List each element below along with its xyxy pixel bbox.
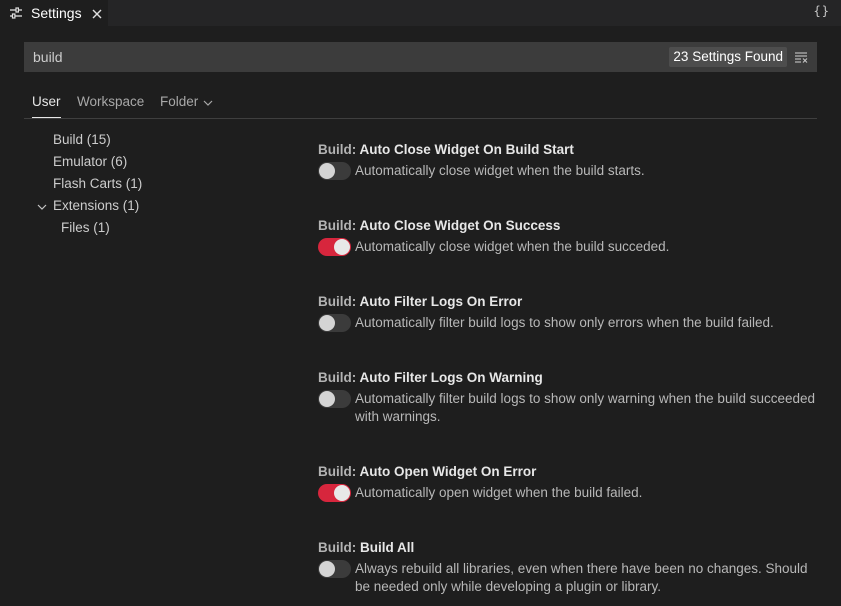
setting-description: Always rebuild all libraries, even when … [355, 561, 808, 594]
open-settings-json-button[interactable]: {} [814, 4, 830, 18]
search-input[interactable] [33, 42, 633, 72]
setting-category: Build: [318, 218, 360, 233]
settings-scope-tabs: User Workspace Folder [24, 90, 817, 119]
setting-category: Build: [318, 294, 360, 309]
setting-title: Build: Auto Close Widget On Success [318, 218, 818, 233]
toggle-knob [319, 315, 335, 331]
setting-name: Auto Close Widget On Success [359, 218, 561, 233]
setting-description: Automatically close widget when the buil… [355, 163, 645, 178]
toc-item-flash-carts[interactable]: Flash Carts (1) [53, 174, 142, 194]
setting-description: Automatically filter build logs to show … [355, 391, 816, 424]
setting-title: Build: Auto Filter Logs On Warning [318, 370, 818, 385]
toggle-knob [334, 485, 350, 501]
tab-user[interactable]: User [32, 94, 61, 118]
toc-item-emulator[interactable]: Emulator (6) [53, 152, 127, 172]
setting-title: Build: Auto Close Widget On Build Start [318, 142, 818, 157]
tab-folder-label: Folder [160, 94, 199, 109]
setting-item: Build: Build All Always rebuild all libr… [318, 540, 818, 594]
setting-toggle[interactable] [318, 390, 351, 408]
settings-search-box: 23 Settings Found [24, 42, 817, 72]
toc-item-extensions[interactable]: Extensions (1) [53, 196, 139, 216]
setting-description: Automatically filter build logs to show … [355, 315, 774, 330]
setting-item: Build: Auto Filter Logs On Error Automat… [318, 294, 818, 332]
settings-tab[interactable]: Settings [0, 0, 108, 26]
chevron-down-icon [202, 97, 214, 109]
setting-description: Automatically open widget when the build… [355, 485, 643, 500]
results-count-badge: 23 Settings Found [669, 47, 787, 67]
setting-item: Build: Auto Close Widget On Build Start … [318, 142, 818, 180]
setting-toggle[interactable] [318, 162, 351, 180]
toggle-knob [334, 239, 350, 255]
setting-name: Auto Filter Logs On Error [359, 294, 523, 309]
setting-category: Build: [318, 370, 360, 385]
setting-item: Build: Auto Close Widget On Success Auto… [318, 218, 818, 256]
setting-title: Build: Auto Open Widget On Error [318, 464, 818, 479]
tab-workspace[interactable]: Workspace [77, 94, 144, 118]
setting-toggle[interactable] [318, 560, 351, 578]
setting-toggle[interactable] [318, 484, 351, 502]
tab-folder[interactable]: Folder [160, 94, 214, 118]
setting-description: Automatically close widget when the buil… [355, 239, 670, 254]
setting-item: Build: Auto Filter Logs On Warning Autom… [318, 370, 818, 424]
settings-sliders-icon [9, 6, 23, 20]
setting-title: Build: Build All [318, 540, 818, 555]
toc-item-build[interactable]: Build (15) [53, 130, 111, 150]
toc-item-files[interactable]: Files (1) [61, 218, 110, 238]
editor-tab-bar: Settings {} [0, 0, 841, 26]
setting-name: Auto Filter Logs On Warning [359, 370, 543, 385]
close-icon[interactable] [91, 7, 103, 19]
chevron-down-icon[interactable] [36, 200, 48, 212]
setting-category: Build: [318, 142, 360, 157]
toggle-knob [319, 391, 335, 407]
clear-filter-icon[interactable] [794, 50, 808, 64]
setting-category: Build: [318, 540, 360, 555]
toggle-knob [319, 163, 335, 179]
setting-toggle[interactable] [318, 238, 351, 256]
setting-item: Build: Auto Open Widget On Error Automat… [318, 464, 818, 502]
setting-category: Build: [318, 464, 360, 479]
setting-name: Auto Open Widget On Error [359, 464, 537, 479]
setting-name: Build All [360, 540, 415, 555]
toggle-knob [319, 561, 335, 577]
tab-title: Settings [31, 5, 82, 21]
setting-toggle[interactable] [318, 314, 351, 332]
setting-title: Build: Auto Filter Logs On Error [318, 294, 818, 309]
setting-name: Auto Close Widget On Build Start [359, 142, 574, 157]
